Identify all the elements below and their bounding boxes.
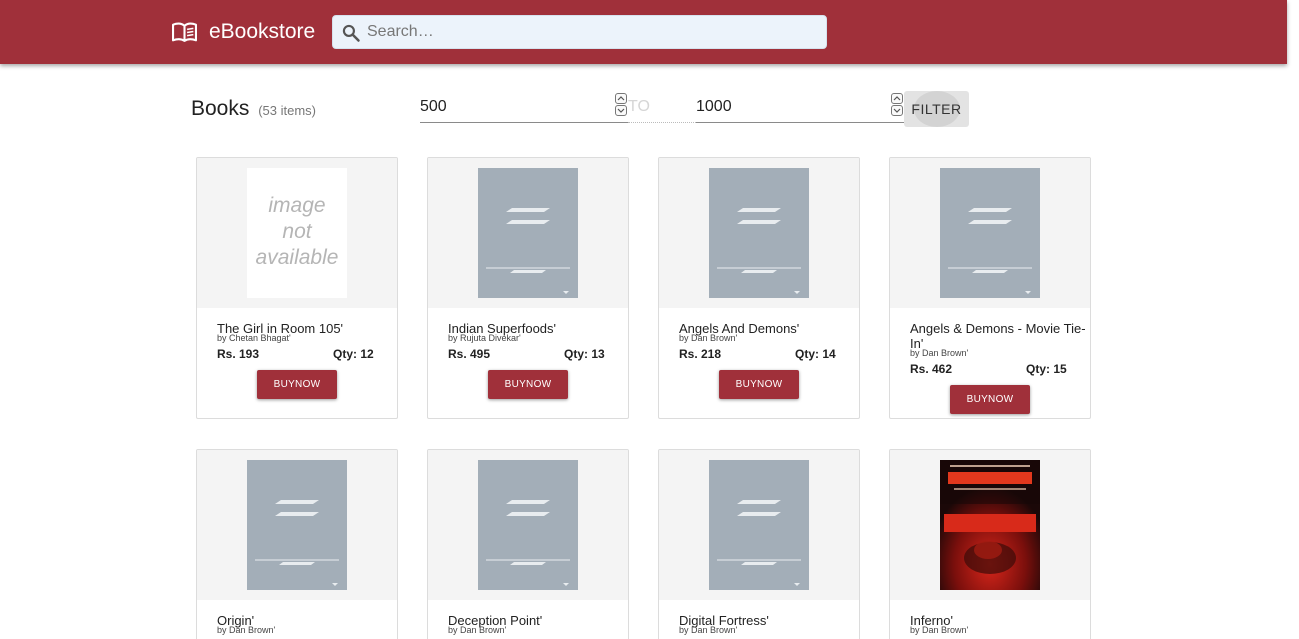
book-author: by Dan Brown' xyxy=(679,333,738,343)
search-icon xyxy=(342,24,360,42)
item-count: (53 items) xyxy=(258,103,317,118)
book-title[interactable]: Angels & Demons - Movie Tie-In' xyxy=(910,321,1088,351)
brand-title[interactable]: eBookstore xyxy=(209,19,315,45)
min-decrement-button[interactable] xyxy=(615,105,627,116)
chevron-down-icon xyxy=(893,108,901,113)
book-qty: Qty: 15 xyxy=(1026,362,1067,376)
to-label: TO xyxy=(628,98,696,123)
book-author: by Rujuta Divekar' xyxy=(448,333,521,343)
filter-button-label: FILTER xyxy=(911,101,962,117)
placeholder-cover xyxy=(709,460,809,590)
placeholder-cover xyxy=(478,460,578,590)
book-author: by Dan Brown' xyxy=(448,625,507,635)
open-book-icon xyxy=(172,22,197,42)
search-box xyxy=(332,15,827,49)
book-cover-area xyxy=(659,158,859,308)
image-not-available-cover: image not available xyxy=(247,168,347,298)
chevron-down-icon xyxy=(617,108,625,113)
max-increment-button[interactable] xyxy=(891,93,903,104)
buy-now-button[interactable]: BUYNOW xyxy=(257,370,337,399)
book-card-origin: Origin' by Dan Brown' xyxy=(196,449,398,639)
book-author: by Chetan Bhagat' xyxy=(217,333,291,343)
chevron-up-icon xyxy=(893,96,901,101)
cover-text-line-1: image xyxy=(268,194,325,217)
book-qty: Qty: 13 xyxy=(564,347,605,361)
chevron-up-icon xyxy=(617,96,625,101)
book-cover-area xyxy=(890,158,1090,308)
book-qty: Qty: 14 xyxy=(795,347,836,361)
book-card-angels-demons-movie: Angels & Demons - Movie Tie-In' by Dan B… xyxy=(889,157,1091,419)
book-cover-area xyxy=(197,450,397,600)
cover-text-line-2: not xyxy=(282,220,312,243)
min-price-field xyxy=(420,92,628,123)
book-card-girl-in-room-105: image not available The Girl in Room 105… xyxy=(196,157,398,419)
search-input[interactable] xyxy=(367,16,822,48)
book-author: by Dan Brown' xyxy=(910,348,969,358)
min-price-spinner xyxy=(615,93,628,118)
max-decrement-button[interactable] xyxy=(891,105,903,116)
inferno-cover-image xyxy=(940,460,1040,590)
book-cover-area: image not available xyxy=(197,158,397,308)
min-price-input[interactable] xyxy=(420,95,610,119)
top-app-bar: eBookstore xyxy=(0,0,1287,64)
max-price-input[interactable] xyxy=(696,95,886,119)
book-price: Rs. 462 xyxy=(910,362,953,376)
book-qty: Qty: 12 xyxy=(333,347,374,361)
book-card-digital-fortress: Digital Fortress' by Dan Brown' xyxy=(658,449,860,639)
buy-now-button[interactable]: BUYNOW xyxy=(488,370,568,399)
app-root: eBookstore Books (53 items) TO FILTER xyxy=(0,0,1299,639)
book-author: by Dan Brown' xyxy=(217,625,276,635)
cover-text-line-3: available xyxy=(256,246,339,269)
book-price: Rs. 218 xyxy=(679,347,722,361)
buy-now-button[interactable]: BUYNOW xyxy=(719,370,799,399)
book-author: by Dan Brown' xyxy=(910,625,969,635)
book-cover-area xyxy=(428,158,628,308)
book-price: Rs. 495 xyxy=(448,347,491,361)
placeholder-cover xyxy=(247,460,347,590)
book-price: Rs. 193 xyxy=(217,347,260,361)
max-price-field xyxy=(696,92,904,123)
placeholder-cover xyxy=(709,168,809,298)
book-card-deception-point: Deception Point' by Dan Brown' xyxy=(427,449,629,639)
book-card-angels-and-demons: Angels And Demons' by Dan Brown' Rs. 218… xyxy=(658,157,860,419)
book-card-inferno: Inferno' by Dan Brown' xyxy=(889,449,1091,639)
placeholder-cover xyxy=(940,168,1040,298)
filter-button[interactable]: FILTER xyxy=(904,91,969,127)
book-cover-area xyxy=(890,450,1090,600)
min-increment-button[interactable] xyxy=(615,93,627,104)
book-cover-area xyxy=(659,450,859,600)
page-title: Books (53 items) xyxy=(191,97,316,121)
book-card-indian-superfoods: Indian Superfoods' by Rujuta Divekar' Rs… xyxy=(427,157,629,419)
placeholder-cover xyxy=(478,168,578,298)
buy-now-button[interactable]: BUYNOW xyxy=(950,385,1030,414)
max-price-spinner xyxy=(891,93,904,118)
book-author: by Dan Brown' xyxy=(679,625,738,635)
book-cover-area xyxy=(428,450,628,600)
books-heading: Books xyxy=(191,97,250,120)
